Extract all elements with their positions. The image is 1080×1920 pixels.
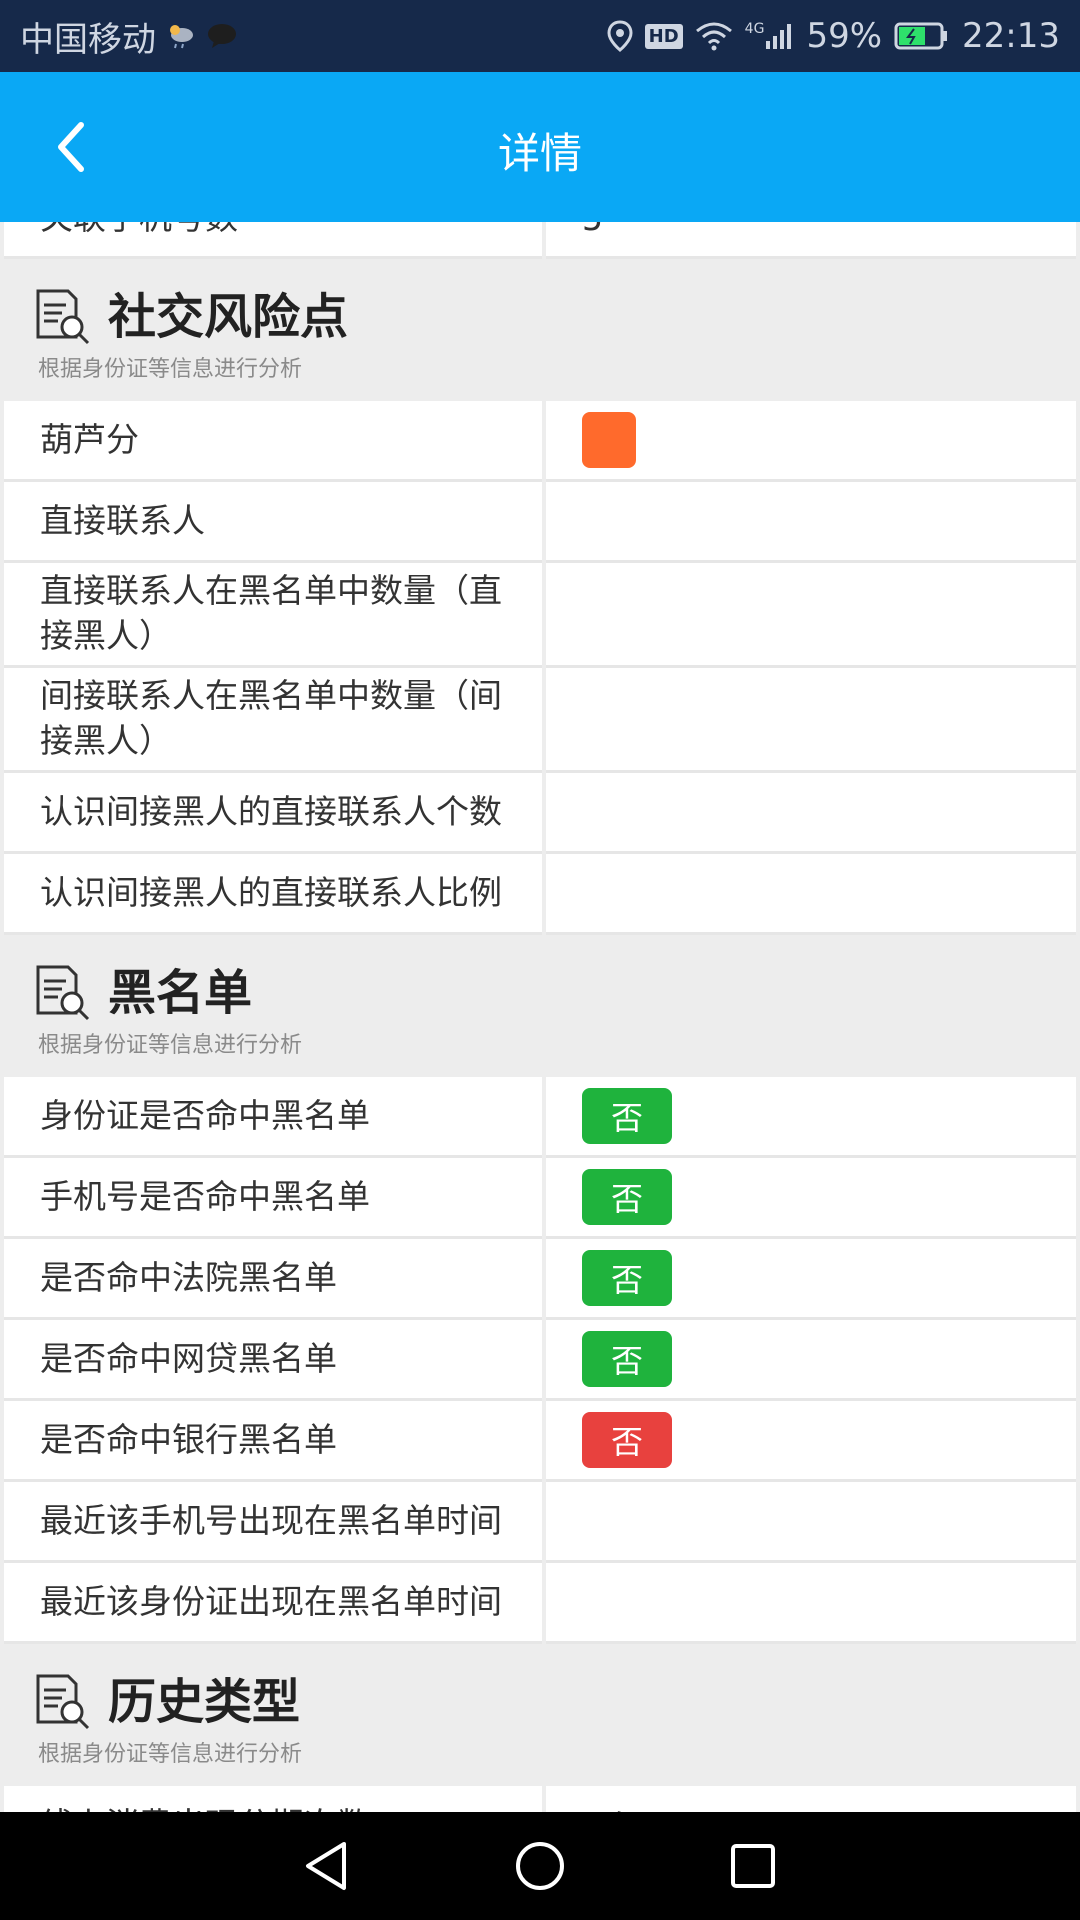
circle-home-icon: [515, 1842, 564, 1890]
signal-icon: 4G: [745, 21, 795, 51]
row-label: 最近该手机号出现在黑名单时间: [4, 1482, 542, 1563]
section-title: 历史类型: [108, 1674, 301, 1730]
row-value: [546, 1563, 1076, 1644]
triangle-back-icon: [305, 1842, 346, 1890]
hd-icon: HD: [644, 23, 683, 49]
nav-back-button[interactable]: [287, 1826, 367, 1906]
section-subtitle: 根据身份证等信息进行分析: [38, 357, 303, 382]
row-label: 葫芦分: [4, 401, 542, 482]
app-bar: 详情: [0, 72, 1080, 222]
row-label: 认识间接黑人的直接联系人比例: [4, 854, 542, 935]
row-label: 关联手机号数: [4, 222, 542, 259]
row-label: 认识间接黑人的直接联系人个数: [4, 773, 542, 854]
section-title: 社交风险点: [108, 289, 349, 345]
table-row: 手机号是否命中黑名单 否: [0, 1158, 1080, 1239]
nav-home-button[interactable]: [500, 1826, 580, 1906]
wifi-icon: [695, 21, 733, 51]
row-value: 否: [546, 1320, 1076, 1401]
table-row: 是否命中银行黑名单 否: [0, 1401, 1080, 1482]
section-header-blacklist: 黑名单 根据身份证等信息进行分析: [0, 935, 1080, 1077]
system-nav-bar: [0, 1812, 1080, 1920]
row-value: 否: [546, 1158, 1076, 1239]
network-type: 4G: [744, 21, 765, 37]
status-badge: 否: [582, 1088, 672, 1144]
row-value: 5: [546, 222, 1076, 259]
row-label: 身份证是否命中黑名单: [4, 1077, 542, 1158]
row-label: 直接联系人在黑名单中数量（直接黑人）: [4, 563, 542, 668]
message-icon: [206, 22, 238, 50]
row-label: 直接联系人: [4, 482, 542, 563]
battery-percent: 59%: [806, 16, 883, 56]
status-bar: 中国移动 HD 4G 59% 22:13: [0, 0, 1080, 72]
table-row: 直接联系人: [0, 482, 1080, 563]
table-row: 是否命中网贷黑名单 否: [0, 1320, 1080, 1401]
status-badge: 否: [582, 1412, 672, 1468]
table-row: 身份证是否命中黑名单 否: [0, 1077, 1080, 1158]
status-badge: 否: [582, 1250, 672, 1306]
row-label: 是否命中银行黑名单: [4, 1401, 542, 1482]
table-row: 直接联系人在黑名单中数量（直接黑人）: [0, 563, 1080, 668]
row-value: 否: [546, 1239, 1076, 1320]
status-badge: 否: [582, 1331, 672, 1387]
row-label: 最近该身份证出现在黑名单时间: [4, 1563, 542, 1644]
section-header-history: 历史类型 根据身份证等信息进行分析: [0, 1644, 1080, 1786]
carrier-name: 中国移动: [20, 19, 156, 60]
table-row: 间接联系人在黑名单中数量（间接黑人）: [0, 668, 1080, 773]
page-title: 详情: [497, 129, 582, 178]
row-label: 是否命中网贷黑名单: [4, 1320, 542, 1401]
document-search-icon: [36, 289, 90, 345]
row-value: [546, 1482, 1076, 1563]
section-subtitle: 根据身份证等信息进行分析: [38, 1033, 303, 1058]
row-label: 是否命中法院黑名单: [4, 1239, 542, 1320]
row-value: 1次: [546, 1786, 1076, 1812]
table-row: 葫芦分: [0, 401, 1080, 482]
row-value: [546, 854, 1076, 935]
row-label: 线上消费出现分期次数: [4, 1786, 542, 1812]
row-label: 间接联系人在黑名单中数量（间接黑人）: [4, 668, 542, 773]
row-label: 手机号是否命中黑名单: [4, 1158, 542, 1239]
section-title: 黑名单: [108, 965, 253, 1021]
table-row: 关联手机号数 5: [0, 222, 1080, 259]
row-value: [546, 401, 1076, 482]
row-value: [546, 563, 1076, 668]
table-row: 认识间接黑人的直接联系人比例: [0, 854, 1080, 935]
table-row: 线上消费出现分期次数 1次: [0, 1786, 1080, 1812]
table-row: 最近该身份证出现在黑名单时间: [0, 1563, 1080, 1644]
row-value: 否: [546, 1077, 1076, 1158]
weather-icon: [166, 21, 196, 51]
row-value: [546, 668, 1076, 773]
table-row: 认识间接黑人的直接联系人个数: [0, 773, 1080, 854]
status-badge: 否: [582, 1169, 672, 1225]
score-indicator: [582, 412, 636, 468]
location-icon: [607, 20, 633, 52]
section-header-social: 社交风险点 根据身份证等信息进行分析: [0, 259, 1080, 401]
row-value: 否: [546, 1401, 1076, 1482]
document-search-icon: [36, 1674, 90, 1730]
document-search-icon: [36, 965, 90, 1021]
table-row: 是否命中法院黑名单 否: [0, 1239, 1080, 1320]
clock: 22:13: [962, 16, 1060, 56]
row-value: [546, 773, 1076, 854]
battery-icon: [894, 21, 950, 51]
detail-scroll-view[interactable]: 关联手机号数 5 社交风险点 根据身份证等信息进行分析 葫芦分 直接联系人: [0, 222, 1080, 1812]
section-subtitle: 根据身份证等信息进行分析: [38, 1742, 303, 1767]
square-recents-icon: [731, 1844, 776, 1888]
hd-label: HD: [644, 23, 683, 49]
table-row: 最近该手机号出现在黑名单时间: [0, 1482, 1080, 1563]
nav-recents-button[interactable]: [713, 1826, 793, 1906]
row-value: [546, 482, 1076, 563]
